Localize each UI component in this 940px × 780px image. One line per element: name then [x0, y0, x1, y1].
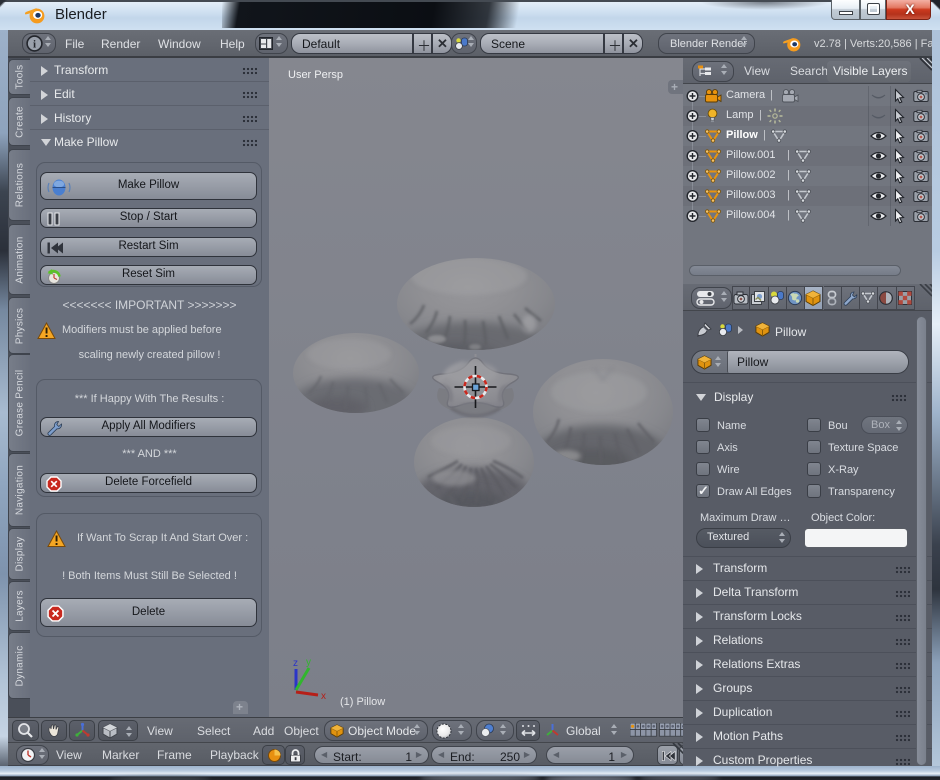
- svg-text:User Persp: User Persp: [288, 69, 343, 81]
- svg-text:i: i: [33, 39, 36, 51]
- svg-text:x: x: [321, 691, 326, 702]
- svg-text:y: y: [306, 657, 311, 668]
- svg-text:z: z: [293, 658, 298, 669]
- svg-text:(1) Pillow: (1) Pillow: [340, 696, 385, 708]
